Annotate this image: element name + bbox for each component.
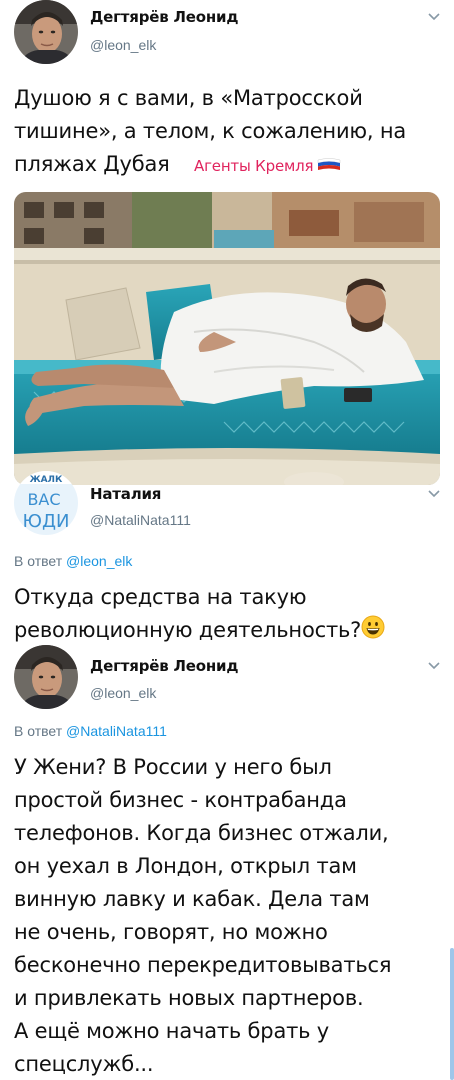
- tweet-text: Откуда средства на такую революционную д…: [14, 581, 444, 647]
- avatar-photo-icon: [14, 645, 78, 709]
- chevron-down-icon[interactable]: [426, 8, 442, 24]
- tweet-text-line: простой бизнес - контрабанда: [14, 788, 347, 812]
- author-handle[interactable]: @NataliNata111: [90, 512, 191, 528]
- tweet-text-line: революционную деятельность?: [14, 614, 444, 647]
- reply-prefix: В ответ: [14, 553, 63, 569]
- author-handle[interactable]: @leon_elk: [90, 37, 156, 53]
- avatar[interactable]: [14, 645, 78, 709]
- beach-photo-image: [14, 192, 440, 485]
- tweet-text: У Жени? В России у него был простой бизн…: [14, 751, 444, 1080]
- grinning-face-emoji: [361, 615, 385, 639]
- tweet-text-line: пляжах Дубая Агенты Кремля: [14, 148, 444, 183]
- tweet-3: Дегтярёв Леонид @leon_elk В ответ @Natal…: [0, 645, 454, 1080]
- tweet-1: Дегтярёв Леонид @leon_elk Душою я с вами…: [0, 0, 454, 192]
- avatar-text-image-icon: ЖАЛК ВАС ЮДИ: [14, 471, 78, 535]
- tweet-text-fragment: революционную деятельность?: [14, 618, 362, 642]
- avatar[interactable]: ЖАЛК ВАС ЮДИ: [14, 471, 78, 535]
- tweet-text-line: А ещё можно начать брать у: [14, 1019, 330, 1043]
- tweet-photo[interactable]: [14, 192, 440, 485]
- tweet-text-line: спецслужб...: [14, 1052, 154, 1076]
- author-handle[interactable]: @leon_elk: [90, 685, 156, 701]
- tweet-text-line: он уехал в Лондон, открыл там: [14, 854, 357, 878]
- avatar-text-top: ЖАЛК: [30, 475, 63, 485]
- author-name[interactable]: Наталия: [90, 485, 161, 503]
- hashtag-link[interactable]: Агенты Кремля: [194, 157, 313, 175]
- reply-to: В ответ @leon_elk: [14, 553, 132, 569]
- tweet-text-line: тишине», а телом, к сожалению, на: [14, 119, 407, 143]
- author-name[interactable]: Дегтярёв Леонид: [90, 657, 238, 675]
- avatar-text-line2: ЮДИ: [23, 511, 70, 532]
- avatar[interactable]: [14, 0, 78, 64]
- reply-handle-link[interactable]: @leon_elk: [66, 553, 132, 569]
- tweet-text-line: Откуда средства на такую: [14, 585, 307, 609]
- tweet-text-line: Душою я с вами, в «Матросской: [14, 86, 363, 110]
- avatar-photo-icon: [14, 0, 78, 64]
- author-name[interactable]: Дегтярёв Леонид: [90, 8, 238, 26]
- avatar-text-line1: ВАС: [27, 490, 60, 509]
- tweet-text-line: бесконечно перекредитовываться: [14, 953, 392, 977]
- reply-prefix: В ответ: [14, 723, 63, 739]
- tweet-text-line: телефонов. Когда бизнес отжали,: [14, 821, 389, 845]
- tweet-text-line: не очень, говорят, но можно: [14, 920, 328, 944]
- tweet-text: Душою я с вами, в «Матросской тишине», а…: [14, 82, 444, 183]
- tweet-text-line: и привлекать новых партнеров.: [14, 986, 364, 1010]
- russian-flag-icon: [318, 158, 341, 170]
- chevron-down-icon[interactable]: [426, 485, 442, 501]
- reply-handle-link[interactable]: @NataliNata111: [66, 723, 167, 739]
- scrollbar-thumb[interactable]: [450, 948, 454, 1080]
- tweet-text-line: винную лавку и кабак. Дела там: [14, 887, 370, 911]
- tweet-2: ЖАЛК ВАС ЮДИ Наталия @NataliNata111 В от…: [0, 471, 454, 647]
- reply-to: В ответ @NataliNata111: [14, 723, 167, 739]
- tweet-text-line: У Жени? В России у него был: [14, 755, 332, 779]
- tweet-text-fragment: пляжах Дубая: [14, 152, 170, 176]
- chevron-down-icon[interactable]: [426, 657, 442, 673]
